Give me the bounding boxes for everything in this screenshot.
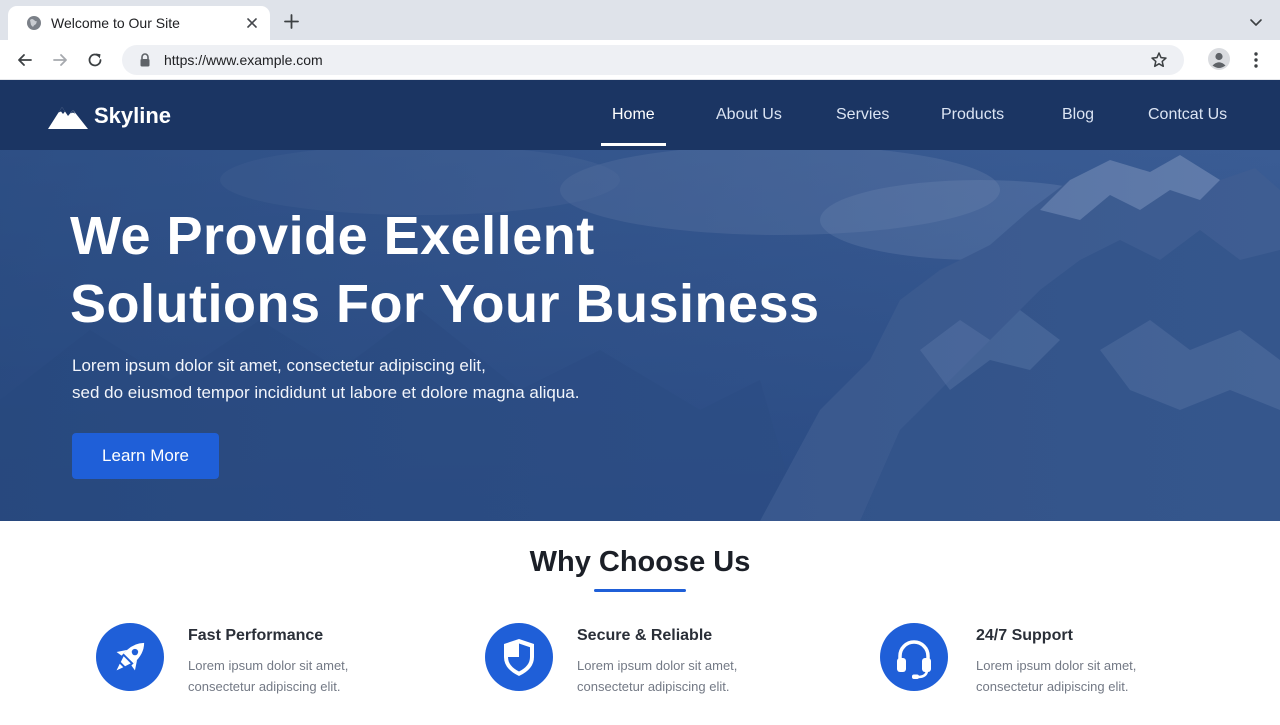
nav-contact-us[interactable]: Contcat Us	[1148, 106, 1227, 124]
feature-desc-line: Lorem ipsum dolor sit amet,	[577, 658, 738, 673]
profile-avatar-icon[interactable]	[1207, 47, 1231, 71]
shield-icon	[504, 639, 534, 676]
section-title: Why Choose Us	[529, 546, 751, 578]
nav-home[interactable]: Home	[612, 106, 655, 124]
feature-title-fast-performance: Fast Performance	[188, 627, 324, 644]
headset-icon	[897, 640, 931, 679]
hero-title-line-1: We Provide Exellent	[70, 206, 595, 266]
feature-desc-line: consectetur adipiscing elit.	[188, 679, 341, 694]
browser-tab[interactable]: Welcome to Our Site	[8, 6, 270, 40]
hero-subtitle-line-2: sed do eiusmod tempor incididunt ut labo…	[72, 383, 580, 402]
browser-tab-bar: Welcome to Our Site	[0, 0, 1280, 40]
address-bar[interactable]: https://www.example.com	[122, 45, 1184, 75]
hero-subtitle-line-1: Lorem ipsum dolor sit amet, consectetur …	[72, 356, 486, 375]
lock-icon	[140, 53, 150, 67]
reload-icon[interactable]	[85, 50, 105, 70]
nav-about-us[interactable]: About Us	[716, 106, 782, 124]
feature-title-support: 24/7 Support	[976, 627, 1073, 644]
feature-icon-support	[880, 623, 948, 691]
feature-desc-secure-reliable: Lorem ipsum dolor sit amet, consectetur …	[577, 655, 737, 697]
close-icon[interactable]	[243, 14, 261, 32]
tab-title: Welcome to Our Site	[51, 15, 180, 31]
forward-arrow-icon[interactable]	[50, 50, 70, 70]
hero-title-line-2: Solutions For Your Business	[70, 274, 820, 334]
site-logo[interactable]: Skyline	[48, 102, 171, 130]
feature-icon-secure-reliable	[485, 623, 553, 691]
learn-more-button[interactable]: Learn More	[72, 433, 219, 479]
chevron-down-icon[interactable]	[1248, 14, 1264, 30]
nav-services[interactable]: Servies	[836, 106, 889, 124]
feature-icon-fast-performance	[96, 623, 164, 691]
rocket-icon	[116, 642, 145, 671]
feature-title-secure-reliable: Secure & Reliable	[577, 627, 713, 644]
new-tab-icon[interactable]	[283, 13, 300, 30]
more-menu-icon[interactable]	[1248, 51, 1264, 69]
hero-title: We Provide Exellent Solutions For Your B…	[70, 202, 820, 338]
nav-blog[interactable]: Blog	[1062, 106, 1094, 124]
site-header: Skyline Home About Us Servies Products B…	[0, 80, 1280, 150]
globe-icon	[27, 16, 41, 30]
feature-desc-fast-performance: Lorem ipsum dolor sit amet, consectetur …	[188, 655, 348, 697]
feature-desc-line: consectetur adipiscing elit.	[976, 679, 1129, 694]
bookmark-star-icon[interactable]	[1150, 51, 1168, 69]
feature-desc-line: Lorem ipsum dolor sit amet,	[976, 658, 1137, 673]
back-arrow-icon[interactable]	[15, 50, 35, 70]
feature-desc-line: Lorem ipsum dolor sit amet,	[188, 658, 349, 673]
feature-desc-support: Lorem ipsum dolor sit amet, consectetur …	[976, 655, 1136, 697]
brand-name: Skyline	[94, 103, 172, 128]
mountain-logo-icon	[48, 107, 88, 129]
nav-active-indicator	[601, 143, 666, 146]
nav-products[interactable]: Products	[941, 106, 1004, 124]
hero-subtitle: Lorem ipsum dolor sit amet, consectetur …	[72, 352, 580, 406]
feature-desc-line: consectetur adipiscing elit.	[577, 679, 730, 694]
section-title-underline	[594, 589, 686, 592]
url-text: https://www.example.com	[164, 52, 323, 68]
hero-section: We Provide Exellent Solutions For Your B…	[0, 150, 1280, 521]
